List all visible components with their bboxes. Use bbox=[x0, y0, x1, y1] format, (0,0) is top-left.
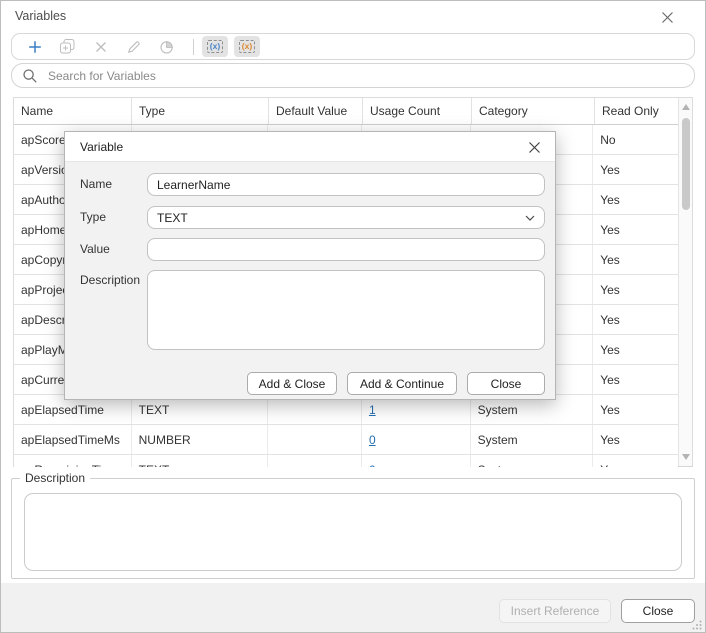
scrollbar-thumb[interactable] bbox=[682, 118, 690, 210]
variable-dialog: Variable Name Type TEXT Value Descriptio… bbox=[64, 131, 556, 400]
add-and-close-button[interactable]: Add & Close bbox=[247, 372, 337, 395]
description-legend: Description bbox=[20, 471, 90, 485]
dialog-close-action-button[interactable]: Close bbox=[467, 372, 545, 395]
cell-read-only: Yes bbox=[593, 155, 678, 184]
duplicate-variable-button[interactable] bbox=[59, 38, 76, 55]
column-header-usage-count[interactable]: Usage Count bbox=[363, 98, 472, 124]
variables-toolbar: (x) (x) bbox=[11, 33, 695, 60]
cell-read-only: Yes bbox=[593, 185, 678, 214]
cell-default-value bbox=[268, 455, 362, 467]
search-input[interactable] bbox=[46, 68, 684, 84]
variable-x-blue-icon: (x) bbox=[207, 40, 223, 53]
description-groupbox: Description bbox=[11, 471, 695, 579]
dialog-description-label: Description bbox=[80, 273, 140, 287]
search-box bbox=[11, 63, 695, 88]
usage-count-link[interactable]: 0 bbox=[369, 463, 376, 467]
add-variable-button[interactable] bbox=[26, 38, 43, 55]
table-header: Name Type Default Value Usage Count Cate… bbox=[14, 98, 692, 125]
cell-category: System bbox=[471, 455, 594, 467]
cell-read-only: Yes bbox=[593, 455, 678, 467]
cell-name: apElapsedTimeMs bbox=[14, 425, 132, 454]
table-row[interactable]: apRemainingTime TEXT 0 System Yes bbox=[14, 455, 678, 467]
column-header-read-only[interactable]: Read Only bbox=[595, 98, 680, 124]
cell-type: TEXT bbox=[132, 455, 269, 467]
cell-name: apRemainingTime bbox=[14, 455, 132, 467]
variable-name-input[interactable] bbox=[147, 173, 545, 196]
value-label: Value bbox=[80, 242, 110, 256]
cell-read-only: Yes bbox=[593, 245, 678, 274]
scroll-up-icon[interactable] bbox=[682, 104, 690, 110]
search-icon bbox=[22, 68, 38, 84]
duplicate-icon bbox=[59, 38, 76, 55]
column-header-category[interactable]: Category bbox=[472, 98, 595, 124]
toggle-system-variables-blue[interactable]: (x) bbox=[202, 36, 228, 57]
cell-read-only: Yes bbox=[593, 305, 678, 334]
table-scrollbar[interactable] bbox=[678, 98, 692, 466]
close-icon bbox=[528, 141, 541, 154]
delete-variable-button[interactable] bbox=[92, 38, 109, 55]
close-icon bbox=[661, 11, 674, 24]
usage-report-button[interactable] bbox=[158, 38, 175, 55]
dialog-titlebar: Variable bbox=[65, 132, 555, 162]
window-titlebar: Variables bbox=[1, 1, 705, 31]
type-label: Type bbox=[80, 210, 106, 224]
description-textarea[interactable] bbox=[24, 493, 682, 571]
resize-grip-icon[interactable] bbox=[692, 620, 702, 630]
type-selected-value: TEXT bbox=[157, 211, 525, 225]
delete-icon bbox=[94, 40, 108, 54]
cell-default-value bbox=[268, 425, 362, 454]
dialog-close-button[interactable] bbox=[526, 139, 543, 156]
footer-close-button[interactable]: Close bbox=[621, 599, 695, 623]
edit-variable-button[interactable] bbox=[125, 38, 142, 55]
column-header-name[interactable]: Name bbox=[14, 98, 132, 124]
cell-usage-count: 0 bbox=[362, 455, 471, 467]
cell-read-only: No bbox=[593, 125, 678, 154]
cell-read-only: Yes bbox=[593, 425, 678, 454]
cell-usage-count: 0 bbox=[362, 425, 471, 454]
variable-description-textarea[interactable] bbox=[147, 270, 545, 350]
pencil-icon bbox=[126, 39, 142, 55]
variable-type-select[interactable]: TEXT bbox=[147, 206, 545, 229]
cell-category: System bbox=[471, 425, 594, 454]
cell-read-only: Yes bbox=[593, 215, 678, 244]
window-close-button[interactable] bbox=[658, 8, 676, 26]
scroll-down-icon[interactable] bbox=[682, 454, 690, 460]
toggle-system-variables-orange[interactable]: (x) bbox=[234, 36, 260, 57]
toolbar-separator bbox=[193, 39, 194, 55]
column-header-type[interactable]: Type bbox=[132, 98, 269, 124]
cell-read-only: Yes bbox=[593, 365, 678, 394]
cell-read-only: Yes bbox=[593, 275, 678, 304]
window-title: Variables bbox=[15, 9, 66, 23]
plus-icon bbox=[27, 39, 43, 55]
cell-type: NUMBER bbox=[132, 425, 269, 454]
usage-count-link[interactable]: 1 bbox=[369, 403, 376, 417]
cell-read-only: Yes bbox=[593, 335, 678, 364]
variable-x-orange-icon: (x) bbox=[239, 40, 255, 53]
insert-reference-button[interactable]: Insert Reference bbox=[499, 599, 611, 623]
cell-read-only: Yes bbox=[593, 395, 678, 424]
name-label: Name bbox=[80, 177, 112, 191]
dialog-title: Variable bbox=[80, 140, 123, 154]
footer-bar: Insert Reference Close bbox=[1, 583, 705, 633]
variables-window: Variables (x) (x) bbox=[0, 0, 706, 633]
table-row[interactable]: apElapsedTimeMs NUMBER 0 System Yes bbox=[14, 425, 678, 455]
usage-count-link[interactable]: 0 bbox=[369, 433, 376, 447]
column-header-default-value[interactable]: Default Value bbox=[269, 98, 363, 124]
chevron-down-icon bbox=[525, 215, 535, 221]
variable-value-input[interactable] bbox=[147, 238, 545, 261]
add-and-continue-button[interactable]: Add & Continue bbox=[347, 372, 457, 395]
pie-chart-icon bbox=[159, 39, 175, 55]
